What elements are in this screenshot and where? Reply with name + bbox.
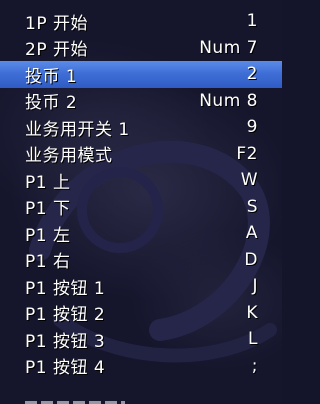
- mapping-key: K: [246, 302, 258, 323]
- mapping-key: 2: [246, 64, 258, 85]
- mapping-row-coin-1[interactable]: 投币 1 2: [0, 61, 282, 88]
- mapping-key: F2: [236, 143, 258, 164]
- mapping-key: 9: [246, 117, 258, 138]
- mapping-row-1p-start[interactable]: 1P 开始 1: [0, 8, 282, 35]
- mapping-row-p1-button-1[interactable]: P1 按钮 1 J: [0, 273, 282, 300]
- mapping-key: 1: [246, 11, 258, 32]
- mapping-label: 投币 1: [25, 66, 78, 87]
- mapping-key: Num 8: [199, 90, 258, 111]
- mapping-key: J: [252, 276, 258, 297]
- mapping-label: 业务用开关 1: [25, 119, 130, 140]
- mapping-label: P1 按钮 2: [25, 305, 106, 326]
- mapping-row-p1-button-3[interactable]: P1 按钮 3 L: [0, 326, 282, 353]
- next-row-partial: [25, 396, 125, 404]
- mapping-key: ;: [251, 355, 258, 376]
- mapping-row-p1-button-2[interactable]: P1 按钮 2 K: [0, 300, 282, 327]
- mapping-label: P1 右: [25, 252, 71, 273]
- mapping-key: Num 7: [199, 37, 258, 58]
- mapping-label: 2P 开始: [25, 40, 88, 61]
- mapping-row-p1-button-4[interactable]: P1 按钮 4 ;: [0, 353, 282, 380]
- mapping-row-p1-down[interactable]: P1 下 S: [0, 194, 282, 221]
- mapping-label: P1 按钮 1: [25, 278, 106, 299]
- mapping-row-service-mode[interactable]: 业务用模式 F2: [0, 141, 282, 168]
- mapping-row-p1-right[interactable]: P1 右 D: [0, 247, 282, 274]
- mapping-row-p1-up[interactable]: P1 上 W: [0, 167, 282, 194]
- mapping-key: D: [244, 249, 258, 270]
- mapping-row-2p-start[interactable]: 2P 开始 Num 7: [0, 35, 282, 62]
- mapping-label: P1 按钮 3: [25, 331, 106, 352]
- mapping-label: 业务用模式: [25, 146, 113, 167]
- key-mapping-panel: 1P 开始 1 2P 开始 Num 7 投币 1 2 投币 2 Num 8 业务…: [0, 0, 282, 404]
- mapping-row-service-switch-1[interactable]: 业务用开关 1 9: [0, 114, 282, 141]
- mapping-label: P1 按钮 4: [25, 358, 106, 379]
- mapping-label: P1 上: [25, 172, 71, 193]
- mapping-key: A: [245, 223, 258, 244]
- mapping-label: 1P 开始: [25, 13, 88, 34]
- key-mapping-list: 1P 开始 1 2P 开始 Num 7 投币 1 2 投币 2 Num 8 业务…: [0, 8, 282, 379]
- mapping-label: P1 左: [25, 225, 71, 246]
- mapping-label: P1 下: [25, 199, 71, 220]
- mapping-key: S: [246, 196, 258, 217]
- mapping-row-p1-left[interactable]: P1 左 A: [0, 220, 282, 247]
- mapping-key: W: [240, 170, 258, 191]
- mapping-key: L: [248, 329, 258, 350]
- mapping-row-coin-2[interactable]: 投币 2 Num 8: [0, 88, 282, 115]
- mapping-label: 投币 2: [25, 93, 78, 114]
